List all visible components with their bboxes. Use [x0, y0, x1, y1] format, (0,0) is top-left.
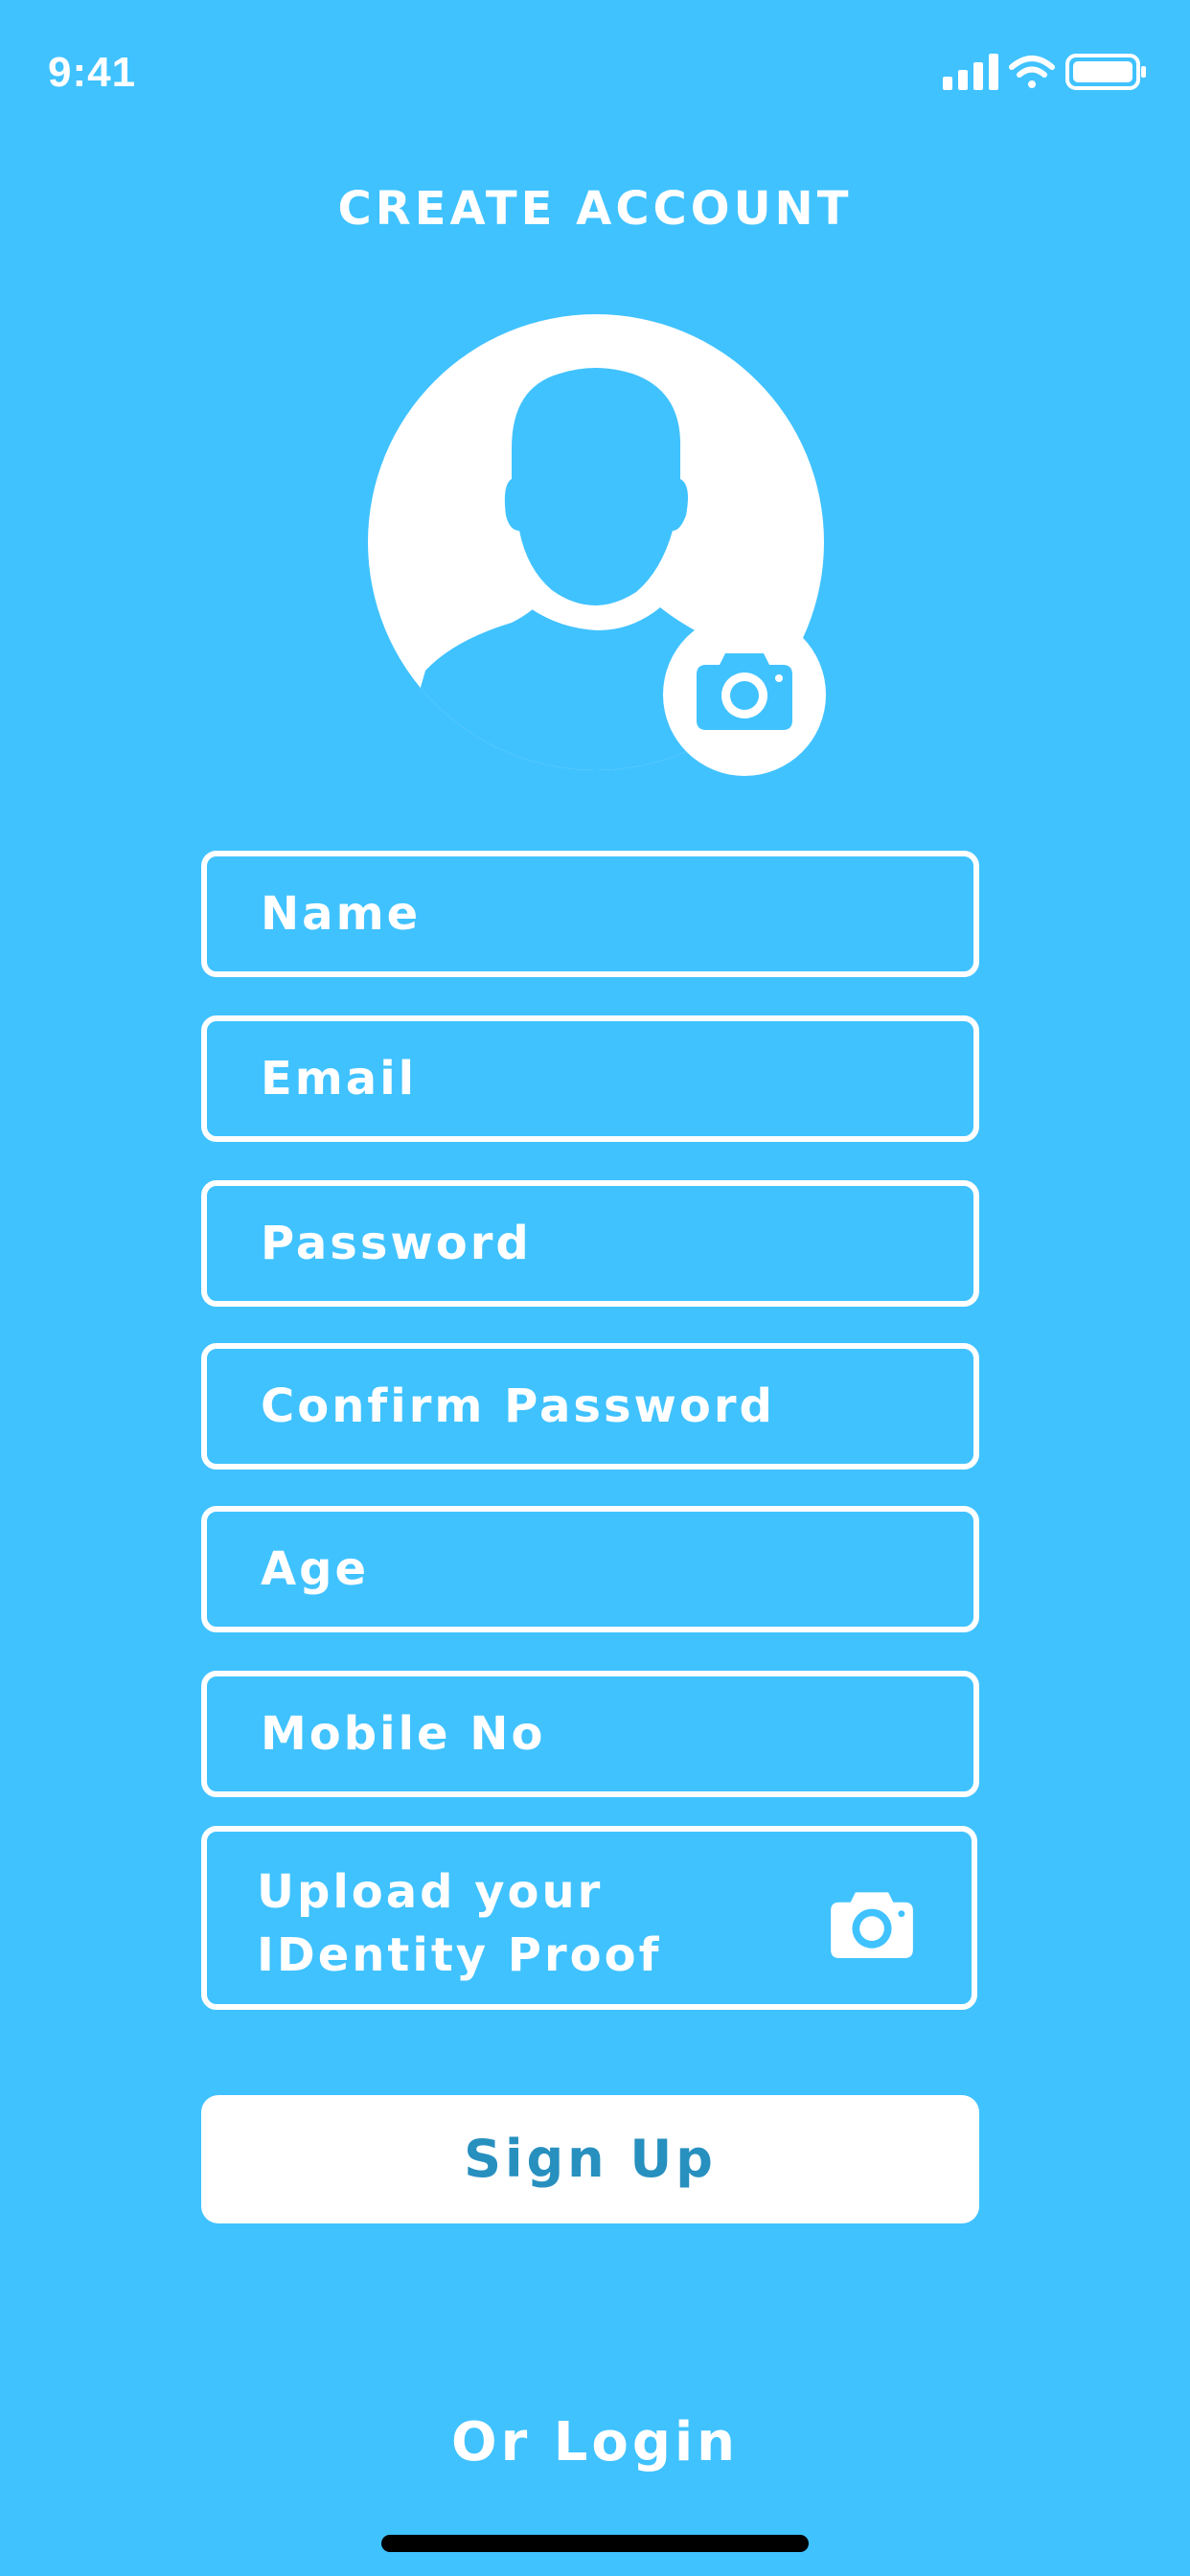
mobile-field[interactable]: Mobile No [201, 1671, 979, 1797]
page-title: CREATE ACCOUNT [337, 182, 853, 236]
confirm-password-field[interactable]: Confirm Password [201, 1343, 979, 1470]
signal-icon [943, 54, 998, 90]
upload-label-line2: IDentity Proof [257, 1928, 662, 1982]
password-field[interactable]: Password [201, 1180, 979, 1307]
status-time: 9:41 [48, 49, 137, 96]
upload-label: Upload your IDentity Proof [257, 1860, 661, 1987]
sign-up-button[interactable]: Sign Up [201, 2095, 979, 2223]
battery-icon [1065, 54, 1146, 90]
name-field[interactable]: Name [201, 851, 979, 977]
age-field[interactable]: Age [201, 1506, 979, 1632]
camera-icon [697, 653, 792, 730]
email-field[interactable]: Email [201, 1015, 979, 1142]
mobile-placeholder: Mobile No [261, 1707, 546, 1761]
upload-identity-proof[interactable]: Upload your IDentity Proof [201, 1826, 977, 2010]
confirm-password-placeholder: Confirm Password [261, 1379, 775, 1433]
upload-label-line1: Upload your [257, 1865, 604, 1919]
password-placeholder: Password [261, 1217, 532, 1270]
name-placeholder: Name [261, 887, 422, 941]
avatar-camera-button[interactable] [663, 613, 826, 776]
home-indicator[interactable] [381, 2535, 809, 2552]
email-placeholder: Email [261, 1052, 418, 1106]
age-placeholder: Age [261, 1542, 370, 1596]
login-link[interactable]: Or Login [0, 2405, 1190, 2481]
camera-icon [831, 1892, 913, 1958]
wifi-icon [1009, 56, 1055, 88]
status-icons [939, 48, 1150, 98]
